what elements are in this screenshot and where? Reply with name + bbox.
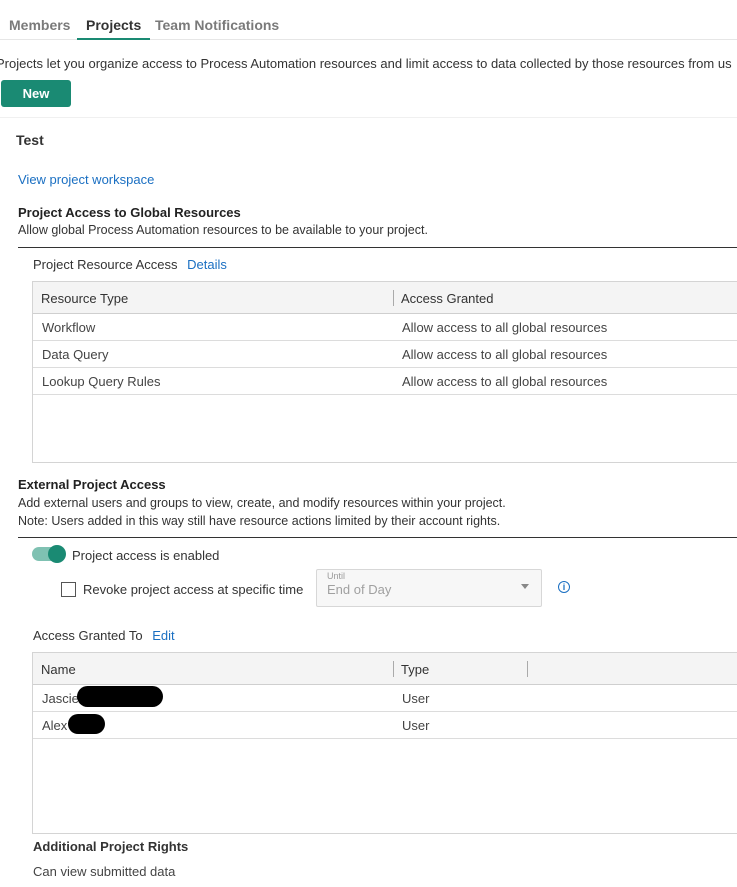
table-row[interactable]: Data Query Allow access to all global re… xyxy=(33,341,737,368)
revoke-access-label: Revoke project access at specific time xyxy=(83,582,304,597)
new-project-button[interactable]: New xyxy=(1,80,71,107)
project-access-toggle-label: Project access is enabled xyxy=(72,548,220,563)
divider xyxy=(0,117,737,118)
details-link[interactable]: Details xyxy=(187,257,227,272)
column-divider[interactable] xyxy=(527,661,528,677)
global-access-description: Allow global Process Automation resource… xyxy=(18,223,428,237)
chevron-down-icon xyxy=(521,584,529,589)
access-granted-cell: Allow access to all global resources xyxy=(402,347,608,362)
resource-type-cell: Workflow xyxy=(42,320,96,335)
tab-bar: Members Projects Team Notifications xyxy=(0,10,737,40)
redaction-mark xyxy=(68,714,105,734)
access-granted-heading: Access Granted To Edit xyxy=(33,628,175,643)
column-header-access-granted[interactable]: Access Granted xyxy=(401,291,494,306)
resource-access-heading: Project Resource Access Details xyxy=(33,257,227,272)
resource-type-cell: Data Query xyxy=(42,347,109,362)
column-header-resource-type[interactable]: Resource Type xyxy=(41,291,128,306)
column-divider[interactable] xyxy=(393,290,394,306)
revoke-access-checkbox[interactable] xyxy=(61,582,76,597)
tab-projects[interactable]: Projects xyxy=(77,10,151,40)
user-name-cell: Alex xyxy=(42,718,68,733)
table-row[interactable]: Alex User xyxy=(33,712,737,739)
access-granted-table: Name Type Jasciel User Alex User xyxy=(32,652,737,834)
redaction-mark xyxy=(77,686,163,707)
access-granted-cell: Allow access to all global resources xyxy=(402,320,608,335)
table-header: Name Type xyxy=(33,653,737,685)
user-type-cell: User xyxy=(402,691,430,706)
toggle-knob xyxy=(48,545,66,563)
column-header-name[interactable]: Name xyxy=(41,662,76,677)
until-dropdown[interactable]: Until End of Day xyxy=(316,569,542,607)
until-selected-value: End of Day xyxy=(327,582,392,597)
additional-rights-heading: Additional Project Rights xyxy=(33,839,189,854)
section-rule xyxy=(18,247,737,248)
external-access-heading: External Project Access xyxy=(18,477,166,492)
rights-list-item: Can view submitted data xyxy=(33,864,176,879)
edit-link[interactable]: Edit xyxy=(152,628,174,643)
external-access-note: Note: Users added in this way still have… xyxy=(18,514,501,528)
user-name-cell: Jasciel xyxy=(42,691,82,706)
section-rule xyxy=(18,537,737,538)
projects-intro-text: Projects let you organize access to Proc… xyxy=(0,56,732,71)
project-title: Test xyxy=(16,132,44,148)
project-access-toggle[interactable] xyxy=(32,545,66,563)
external-access-description: Add external users and groups to view, c… xyxy=(18,496,506,510)
until-field-label: Until xyxy=(327,571,346,581)
resource-type-cell: Lookup Query Rules xyxy=(42,374,161,389)
table-header: Resource Type Access Granted xyxy=(33,282,737,314)
table-row[interactable]: Lookup Query Rules Allow access to all g… xyxy=(33,368,737,395)
tab-members[interactable]: Members xyxy=(9,10,70,40)
table-row[interactable]: Workflow Allow access to all global reso… xyxy=(33,314,737,341)
resource-access-label: Project Resource Access xyxy=(33,257,178,272)
info-icon[interactable]: i xyxy=(558,581,570,593)
column-header-type[interactable]: Type xyxy=(401,662,429,677)
access-granted-label: Access Granted To xyxy=(33,628,143,643)
tab-team-notifications[interactable]: Team Notifications xyxy=(155,10,279,40)
global-access-heading: Project Access to Global Resources xyxy=(18,205,241,220)
access-granted-cell: Allow access to all global resources xyxy=(402,374,608,389)
view-project-workspace-link[interactable]: View project workspace xyxy=(18,172,154,187)
user-type-cell: User xyxy=(402,718,430,733)
column-divider[interactable] xyxy=(393,661,394,677)
resource-access-table: Resource Type Access Granted Workflow Al… xyxy=(32,281,737,463)
